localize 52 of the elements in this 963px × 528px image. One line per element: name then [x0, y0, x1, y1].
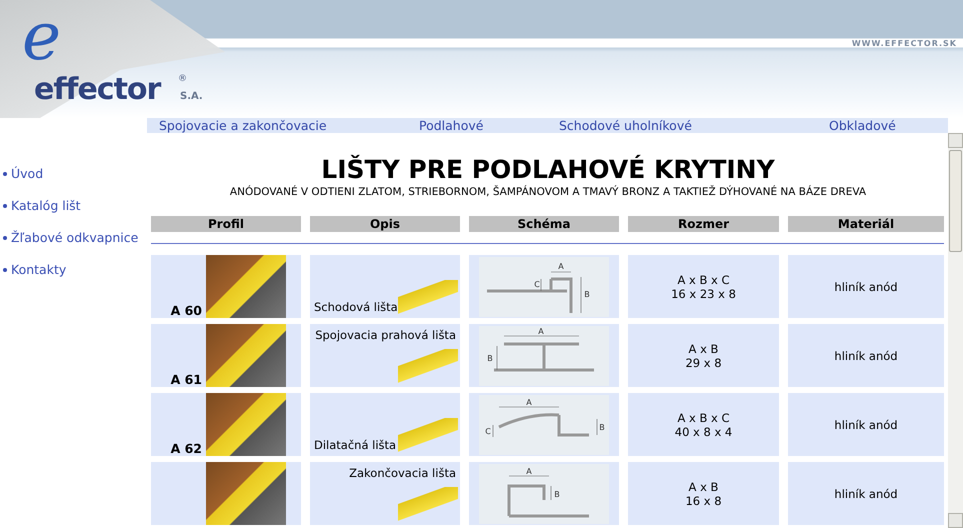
scroll-thumb[interactable] — [949, 150, 962, 252]
sidebar-link[interactable]: Katalóg lišt — [11, 198, 81, 214]
dimension-label: A — [538, 326, 544, 336]
nav-link[interactable]: Schodové uholníkové — [547, 118, 817, 133]
column-header: Profil — [151, 216, 301, 232]
column-header: Rozmer — [628, 216, 779, 232]
size-text: A x B 16 x 8 — [685, 480, 722, 508]
bullet-icon — [3, 268, 7, 272]
column-header: Schéma — [469, 216, 619, 232]
registered-mark: ® — [178, 74, 187, 84]
column-header: Materiál — [788, 216, 944, 232]
dimension-label: C — [485, 426, 491, 436]
dimension-label: B — [584, 290, 590, 298]
material-text: hliník anód — [834, 486, 898, 500]
material-text: hliník anód — [834, 280, 898, 294]
logo-mark: e — [22, 4, 62, 70]
size-text: A x B x C 40 x 8 x 4 — [674, 410, 732, 438]
scroll-down-icon[interactable] — [948, 513, 963, 528]
bullet-icon — [3, 236, 7, 240]
sidebar-link[interactable]: Žľabové odkvapnice — [11, 230, 138, 246]
dimension-label: B — [554, 490, 560, 498]
site-url: WWW.EFFECTOR.SK — [852, 39, 957, 48]
dimension-label: C — [534, 280, 540, 288]
nav-link[interactable]: Obkladové — [817, 118, 952, 133]
profile-code: A 60 — [170, 304, 202, 318]
product-description: Zakončovacia lišta — [349, 466, 456, 480]
profile-code: A 61 — [170, 373, 202, 387]
product-description: Schodová lišta — [314, 300, 398, 314]
scroll-up-icon[interactable] — [948, 133, 963, 148]
profile-code: A 62 — [170, 442, 202, 456]
bullet-icon — [3, 204, 7, 208]
product-description: Spojovacia prahová lišta — [315, 328, 456, 342]
material-text: hliník anód — [834, 418, 898, 432]
sidebar-link[interactable]: Kontakty — [11, 262, 66, 278]
dimension-label: A — [526, 466, 532, 476]
dimension-label: A — [558, 262, 564, 270]
page-subtitle: ANÓDOVANÉ V ODTIENI ZLATOM, STRIEBORNOM, ŠAMPÁNOVOM A TMAVÝ BRONZ A TAKTIEŽ DÝHOVANÉ NA BÁZE DREVA — [228, 185, 868, 199]
bullet-icon — [3, 172, 7, 176]
sidebar-link[interactable]: Úvod — [11, 166, 44, 182]
size-text: A x B 29 x 8 — [685, 342, 722, 370]
column-header: Opis — [310, 216, 460, 232]
page-title: LIŠTY PRE PODLAHOVÉ KRYTINY — [320, 155, 776, 185]
dimension-label: A — [526, 398, 532, 406]
nav-link[interactable]: Spojovacie a zakončovacie — [147, 118, 407, 133]
material-text: hliník anód — [834, 348, 898, 362]
dimension-label: B — [487, 354, 493, 362]
nav-link[interactable]: Podlahové — [407, 118, 547, 133]
size-text: A x B x C 16 x 23 x 8 — [671, 272, 736, 300]
logo-name: effector — [34, 72, 160, 107]
dimension-label: B — [599, 422, 605, 432]
logo-suffix: S.A. — [180, 91, 203, 102]
product-description: Dilatačná lišta — [314, 438, 396, 452]
